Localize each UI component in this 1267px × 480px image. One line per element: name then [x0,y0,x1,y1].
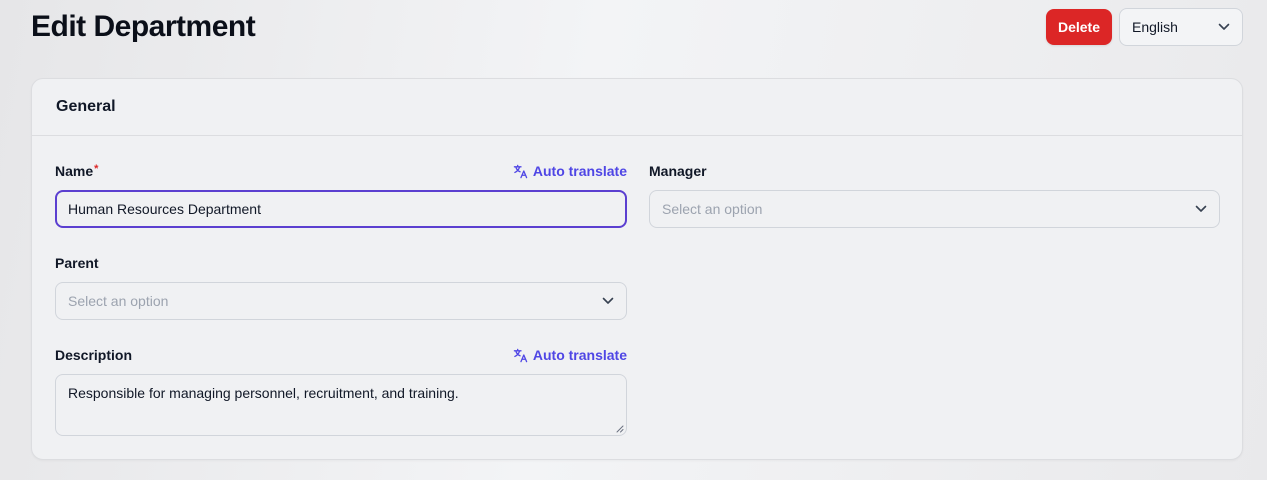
translate-icon [513,164,528,178]
resize-handle-icon[interactable] [616,425,624,433]
parent-placeholder: Select an option [68,293,169,309]
required-marker: * [94,163,99,175]
language-select-value: English [1132,19,1178,35]
page-header: Edit Department Delete English [31,0,1243,56]
chevron-down-icon [602,297,614,304]
page-title: Edit Department [31,10,256,43]
name-label: Name* [55,163,99,179]
manager-select[interactable]: Select an option [649,190,1220,228]
parent-select[interactable]: Select an option [55,282,627,320]
delete-button[interactable]: Delete [1045,9,1112,45]
header-actions: Delete English [1045,8,1243,46]
manager-label: Manager [649,163,707,179]
chevron-down-icon [1195,205,1207,212]
description-textarea[interactable]: Responsible for managing personnel, recr… [55,374,627,436]
language-select[interactable]: English [1119,8,1243,46]
name-field: Name* Auto translate Human Resources Dep… [55,161,627,228]
translate-icon [513,348,528,362]
name-auto-translate-button[interactable]: Auto translate [513,163,627,179]
card-title: General [56,98,116,115]
manager-placeholder: Select an option [662,201,763,217]
chevron-down-icon [1218,23,1230,30]
description-field: Description Auto translate Responsible f… [55,345,627,436]
description-auto-translate-button[interactable]: Auto translate [513,347,627,363]
parent-label: Parent [55,255,99,271]
general-section-card: General Name* Auto translate Human Resou… [31,78,1243,460]
parent-field: Parent Select an option [55,253,627,320]
name-input[interactable]: Human Resources Department [55,190,627,228]
manager-field: Manager Select an option [649,161,1220,228]
description-label: Description [55,347,133,363]
card-header: General [32,79,1242,136]
